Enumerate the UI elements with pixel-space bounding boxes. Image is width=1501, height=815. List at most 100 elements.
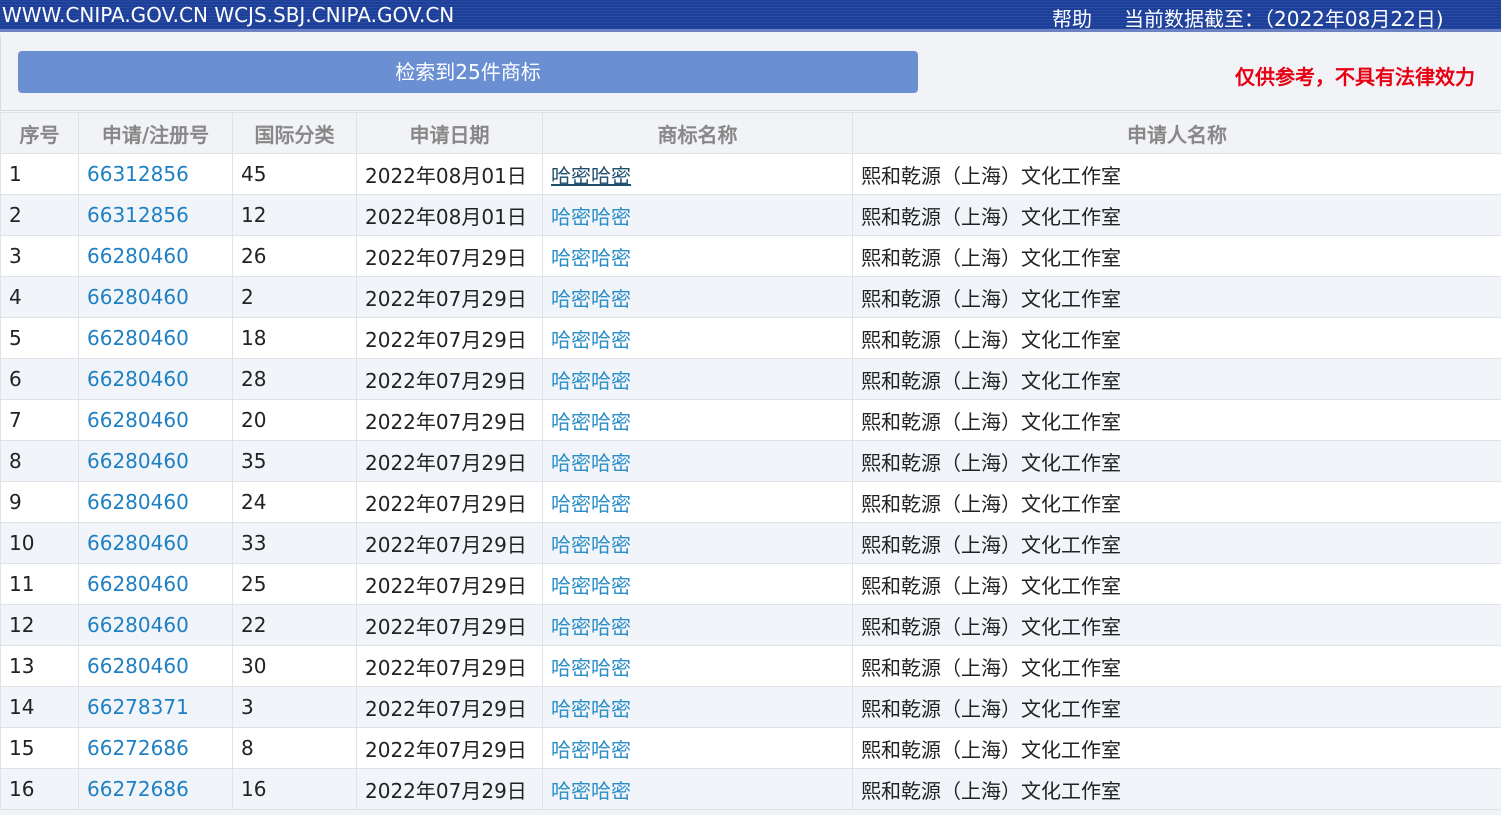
trademark-name-cell: 哈密哈密 xyxy=(542,153,853,195)
table-header-row: 序号 申请/注册号 国际分类 申请日期 商标名称 申请人名称 xyxy=(0,112,1501,154)
reg-number-link[interactable]: 66272686 xyxy=(87,777,189,801)
table-row: 14 66278371 3 2022年07月29日 哈密哈密 熙和乾源（上海）文化工作室 xyxy=(0,686,1501,728)
trademark-name-link[interactable]: 哈密哈密 xyxy=(551,533,631,557)
date-cell: 2022年07月29日 xyxy=(365,368,527,393)
class-cell: 26 xyxy=(241,244,267,268)
date-cell: 2022年07月29日 xyxy=(365,286,527,311)
results-table: 序号 申请/注册号 国际分类 申请日期 商标名称 申请人名称 1 66312856… xyxy=(0,112,1501,810)
trademark-name-cell: 哈密哈密 xyxy=(542,399,853,441)
trademark-name-link[interactable]: 哈密哈密 xyxy=(551,328,631,352)
trademark-name-link[interactable]: 哈密哈密 xyxy=(551,287,631,311)
reg-number-cell: 66278371 xyxy=(78,686,233,728)
trademark-name-cell: 哈密哈密 xyxy=(542,481,853,523)
reg-number-link[interactable]: 66280460 xyxy=(87,408,189,432)
trademark-name-link[interactable]: 哈密哈密 xyxy=(551,697,631,721)
class-cell: 33 xyxy=(232,522,357,564)
trademark-name-link[interactable]: 哈密哈密 xyxy=(551,164,631,188)
row-index: 7 xyxy=(9,408,22,432)
date-cell: 2022年07月29日 xyxy=(356,358,543,400)
row-index: 9 xyxy=(9,490,22,514)
table-row: 15 66272686 8 2022年07月29日 哈密哈密 熙和乾源（上海）文化工作室 xyxy=(0,727,1501,769)
reg-number-link[interactable]: 66312856 xyxy=(87,162,189,186)
date-cell: 2022年07月29日 xyxy=(356,768,543,810)
class-cell: 25 xyxy=(232,563,357,605)
date-cell: 2022年07月29日 xyxy=(356,563,543,605)
reg-number-cell: 66272686 xyxy=(78,768,233,810)
class-cell: 24 xyxy=(232,481,357,523)
trademark-name-cell: 哈密哈密 xyxy=(542,604,853,646)
trademark-name-link[interactable]: 哈密哈密 xyxy=(551,656,631,680)
reg-number-cell: 66312856 xyxy=(78,194,233,236)
trademark-name-link[interactable]: 哈密哈密 xyxy=(551,738,631,762)
table-row: 13 66280460 30 2022年07月29日 哈密哈密 熙和乾源（上海）文化工作室 xyxy=(0,645,1501,687)
trademark-name-cell: 哈密哈密 xyxy=(542,522,853,564)
trademark-name-link[interactable]: 哈密哈密 xyxy=(551,246,631,270)
row-index: 11 xyxy=(9,572,35,596)
date-cell: 2022年07月29日 xyxy=(356,399,543,441)
help-link[interactable]: 帮助 xyxy=(1052,3,1092,32)
date-cell: 2022年07月29日 xyxy=(356,440,543,482)
trademark-name-cell: 哈密哈密 xyxy=(542,276,853,318)
applicant-cell: 熙和乾源（上海）文化工作室 xyxy=(861,573,1121,598)
trademark-name-link[interactable]: 哈密哈密 xyxy=(551,574,631,598)
trademark-name-link[interactable]: 哈密哈密 xyxy=(551,410,631,434)
class-cell: 25 xyxy=(241,572,267,596)
trademark-name-link[interactable]: 哈密哈密 xyxy=(551,779,631,803)
reg-number-link[interactable]: 66280460 xyxy=(87,654,189,678)
row-index: 2 xyxy=(9,203,22,227)
trademark-name-link[interactable]: 哈密哈密 xyxy=(551,492,631,516)
row-index: 5 xyxy=(0,317,79,359)
class-cell: 18 xyxy=(232,317,357,359)
trademark-name-link[interactable]: 哈密哈密 xyxy=(551,369,631,393)
reg-number-link[interactable]: 66280460 xyxy=(87,244,189,268)
table-row: 2 66312856 12 2022年08月01日 哈密哈密 熙和乾源（上海）文化工作室 xyxy=(0,194,1501,236)
trademark-name-cell: 哈密哈密 xyxy=(542,645,853,687)
row-index: 4 xyxy=(9,285,22,309)
col-header-trademark: 商标名称 xyxy=(542,112,853,154)
reg-number-cell: 66280460 xyxy=(78,276,233,318)
reg-number-link[interactable]: 66280460 xyxy=(87,367,189,391)
applicant-cell: 熙和乾源（上海）文化工作室 xyxy=(861,778,1121,803)
row-index: 1 xyxy=(0,153,79,195)
date-cell: 2022年07月29日 xyxy=(365,327,527,352)
trademark-name-cell: 哈密哈密 xyxy=(542,358,853,400)
applicant-cell: 熙和乾源（上海）文化工作室 xyxy=(861,327,1121,352)
reg-number-link[interactable]: 66272686 xyxy=(87,736,189,760)
applicant-cell: 熙和乾源（上海）文化工作室 xyxy=(852,481,1501,523)
class-cell: 33 xyxy=(241,531,267,555)
class-cell: 45 xyxy=(232,153,357,195)
top-banner: WWW.CNIPA.GOV.CN WCJS.SBJ.CNIPA.GOV.CN 帮… xyxy=(0,0,1501,32)
reg-number-link[interactable]: 66280460 xyxy=(87,531,189,555)
date-cell: 2022年07月29日 xyxy=(356,645,543,687)
reg-number-link[interactable]: 66278371 xyxy=(87,695,189,719)
date-cell: 2022年07月29日 xyxy=(365,614,527,639)
class-cell: 3 xyxy=(241,695,254,719)
date-cell: 2022年07月29日 xyxy=(356,481,543,523)
reg-number-link[interactable]: 66280460 xyxy=(87,572,189,596)
trademark-name-link[interactable]: 哈密哈密 xyxy=(551,451,631,475)
reg-number-link[interactable]: 66280460 xyxy=(87,613,189,637)
applicant-cell: 熙和乾源（上海）文化工作室 xyxy=(852,317,1501,359)
class-cell: 35 xyxy=(232,440,357,482)
trademark-name-cell: 哈密哈密 xyxy=(542,440,853,482)
reg-number-link[interactable]: 66312856 xyxy=(87,203,189,227)
date-cell: 2022年07月29日 xyxy=(356,276,543,318)
applicant-cell: 熙和乾源（上海）文化工作室 xyxy=(852,563,1501,605)
date-cell: 2022年07月29日 xyxy=(365,778,527,803)
reg-number-link[interactable]: 66280460 xyxy=(87,285,189,309)
row-index: 14 xyxy=(9,695,35,719)
reg-number-link[interactable]: 66280460 xyxy=(87,326,189,350)
reg-number-link[interactable]: 66280460 xyxy=(87,490,189,514)
trademark-name-link[interactable]: 哈密哈密 xyxy=(551,615,631,639)
table-row: 8 66280460 35 2022年07月29日 哈密哈密 熙和乾源（上海）文化工作室 xyxy=(0,440,1501,482)
reg-number-cell: 66280460 xyxy=(78,604,233,646)
class-cell: 12 xyxy=(241,203,267,227)
result-count-button[interactable]: 检索到25件商标 xyxy=(18,51,918,93)
reg-number-link[interactable]: 66280460 xyxy=(87,449,189,473)
class-cell: 28 xyxy=(232,358,357,400)
table-row: 12 66280460 22 2022年07月29日 哈密哈密 熙和乾源（上海）文化工作室 xyxy=(0,604,1501,646)
class-cell: 30 xyxy=(232,645,357,687)
trademark-name-link[interactable]: 哈密哈密 xyxy=(551,205,631,229)
col-header-class: 国际分类 xyxy=(232,112,357,154)
row-index: 1 xyxy=(9,162,22,186)
